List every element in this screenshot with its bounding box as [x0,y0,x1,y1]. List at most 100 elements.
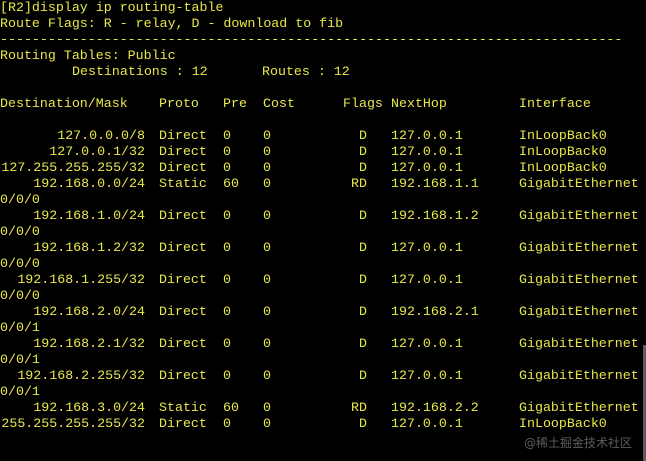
cell-nexthop: 192.168.1.2 [391,208,479,223]
cell-interface: GigabitEthernet [519,336,639,351]
cell-proto: Direct [159,304,207,319]
cell-flags: D [359,144,367,159]
cell-interface: GigabitEthernet [519,176,639,191]
cell-interface: GigabitEthernet [519,400,639,415]
cell-proto: Static [159,176,207,191]
cell-cost: 0 [263,176,271,191]
cell-flags: D [359,304,367,319]
cell-pre: 60 [223,400,239,415]
cell-flags: RD [351,176,367,191]
cell-destination: 192.168.2.1/32 [33,336,145,351]
cell-cost: 0 [263,144,271,159]
header-nexthop: NextHop [391,96,447,111]
cell-interface: InLoopBack0 [519,144,607,159]
cell-pre: 0 [223,240,231,255]
table-header: Destination/Mask Proto Pre Cost Flags Ne… [0,96,646,112]
cell-flags: D [359,128,367,143]
cell-nexthop: 192.168.1.1 [391,176,479,191]
cell-destination: 127.255.255.255/32 [1,160,145,175]
cell-destination: 192.168.0.0/24 [33,176,145,191]
interface-continuation: 0/0/1 [0,352,40,367]
cell-pre: 0 [223,208,231,223]
table-row: 192.168.1.255/32 Direct 0 0 D 127.0.0.1 Gigabi… [0,272,646,288]
cell-interface: GigabitEthernet [519,304,639,319]
interface-continuation: 0/0/0 [0,256,40,271]
cell-interface: GigabitEthernet [519,208,639,223]
command-line: [R2]display ip routing-table [0,0,224,15]
interface-continuation: 0/0/0 [0,288,40,303]
cell-cost: 0 [263,240,271,255]
cell-cost: 0 [263,304,271,319]
cell-destination: 255.255.255.255/32 [1,416,145,431]
interface-continuation: 0/0/1 [0,384,40,399]
cell-interface: GigabitEthernet [519,368,639,383]
header-interface: Interface [519,96,591,111]
cell-interface: GigabitEthernet [519,240,639,255]
table-row: 192.168.2.255/32 Direct 0 0 D 127.0.0.1 Gigabi… [0,368,646,384]
cell-interface: GigabitEthernet [519,272,639,287]
interface-continuation: 0/0/0 [0,192,40,207]
cell-nexthop: 127.0.0.1 [391,368,463,383]
cell-pre: 0 [223,304,231,319]
cell-flags: D [359,272,367,287]
separator-line: ----------------------------------------… [0,32,623,47]
cell-pre: 0 [223,336,231,351]
table-row: 127.0.0.0/8 Direct 0 0 D 127.0.0.1 InLoopBack0 [0,128,646,144]
cell-nexthop: 127.0.0.1 [391,416,463,431]
cell-pre: 0 [223,144,231,159]
route-flags-line: Route Flags: R - relay, D - download to … [0,16,344,31]
cell-proto: Direct [159,128,207,143]
cell-pre: 0 [223,160,231,175]
cell-proto: Direct [159,416,207,431]
cell-flags: D [359,208,367,223]
cell-cost: 0 [263,208,271,223]
interface-continuation: 0/0/1 [0,320,40,335]
cell-flags: D [359,368,367,383]
cell-proto: Direct [159,272,207,287]
cell-nexthop: 192.168.2.1 [391,304,479,319]
cell-proto: Static [159,400,207,415]
cell-cost: 0 [263,368,271,383]
cell-nexthop: 127.0.0.1 [391,128,463,143]
cell-pre: 0 [223,416,231,431]
table-row: 192.168.0.0/24 Static 60 0 RD 192.168.1.1 Giga… [0,176,646,192]
table-row: 192.168.1.0/24 Direct 0 0 D 192.168.1.2 Gigabi… [0,208,646,224]
table-row: 192.168.2.0/24 Direct 0 0 D 192.168.2.1 Gigabi… [0,304,646,320]
cell-flags: D [359,336,367,351]
table-row: 255.255.255.255/32 Direct 0 0 D 127.0.0.1 InLo… [0,416,646,432]
cell-nexthop: 127.0.0.1 [391,160,463,175]
cell-proto: Direct [159,368,207,383]
cell-interface: InLoopBack0 [519,416,607,431]
cell-destination: 127.0.0.1/32 [49,144,145,159]
cell-destination: 192.168.1.255/32 [17,272,145,287]
header-flags: Flags [343,96,383,111]
header-destination: Destination/Mask [0,96,128,111]
cell-proto: Direct [159,208,207,223]
cell-destination: 192.168.1.0/24 [33,208,145,223]
cell-nexthop: 127.0.0.1 [391,336,463,351]
watermark: @稀土掘金技术社区 [523,436,632,450]
cell-pre: 0 [223,128,231,143]
interface-continuation: 0/0/0 [0,224,40,239]
cell-cost: 0 [263,336,271,351]
cell-destination: 192.168.3.0/24 [33,400,145,415]
cell-nexthop: 127.0.0.1 [391,240,463,255]
cell-cost: 0 [263,400,271,415]
cell-destination: 127.0.0.0/8 [57,128,145,143]
cell-destination: 192.168.1.2/32 [33,240,145,255]
header-cost: Cost [263,96,295,111]
cell-pre: 0 [223,368,231,383]
table-row: 127.0.0.1/32 Direct 0 0 D 127.0.0.1 InLoopBack… [0,144,646,160]
table-row: 192.168.3.0/24 Static 60 0 RD 192.168.2.2 Giga… [0,400,646,416]
cell-proto: Direct [159,240,207,255]
cell-flags: D [359,240,367,255]
cell-proto: Direct [159,336,207,351]
cell-cost: 0 [263,128,271,143]
cell-interface: InLoopBack0 [519,160,607,175]
cell-flags: D [359,160,367,175]
terminal-window[interactable]: [R2]display ip routing-table Route Flags… [0,0,646,461]
cell-destination: 192.168.2.0/24 [33,304,145,319]
header-pre: Pre [223,96,247,111]
cell-flags: D [359,416,367,431]
routes-count: Routes : 12 [262,64,350,79]
